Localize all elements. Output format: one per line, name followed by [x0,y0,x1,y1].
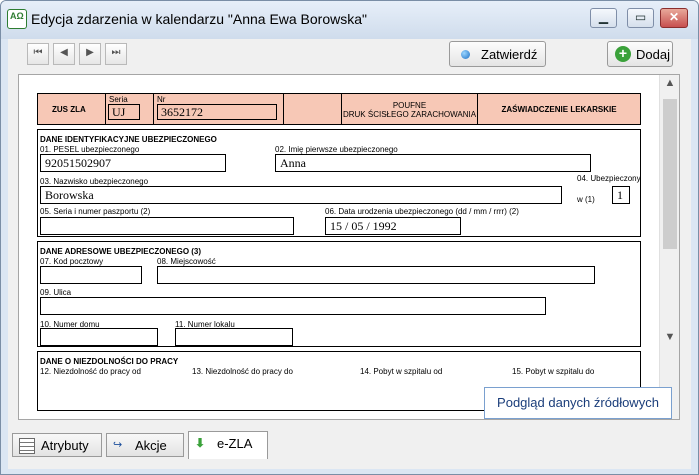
close-icon: ✕ [668,10,680,24]
insured-count-prefix: w (1) [577,195,595,204]
dialog-window: AΩ Edycja zdarzenia w kalendarzu "Anna E… [0,0,699,475]
birthdate-field[interactable]: 15 / 05 / 1992 [325,217,461,235]
next-icon: ▶ [86,47,94,58]
scroll-thumb[interactable] [663,99,677,249]
add-button[interactable]: + Dodaj [607,41,673,67]
house-number-field[interactable] [40,328,158,346]
confirm-label: Zatwierdź [481,47,538,62]
title-bar: AΩ Edycja zdarzenia w kalendarzu "Anna E… [1,1,698,39]
maximize-button[interactable]: ▭ [627,8,654,28]
city-label: 08. Miejscowość [157,257,216,266]
incapacity-section-title: DANE O NIEZDOLNOŚCI DO PRACY [40,357,179,366]
client-area: ⏮ ◀ ▶ ⏭ Zatwierdź + Dodaj ZUS ZLA Seria … [8,39,691,469]
address-section-title: DANE ADRESOWE UBEZPIECZONEGO (3) [40,247,202,256]
next-record-button[interactable]: ▶ [79,43,101,65]
bottom-tabs: Atrybuty ↪ Akcje ⬇ e-ZLA [8,431,691,461]
add-label: Dodaj [636,47,670,62]
birthdate-label: 06. Data urodzenia ubezpieczonego (dd / … [325,207,519,216]
scroll-down-icon[interactable]: ▼ [660,331,679,349]
form-header: ZUS ZLA Seria UJ Nr 3652172 POUFNE DRUK … [37,93,641,125]
hospital-from-label: 14. Pobyt w szpitalu od [360,367,443,376]
window-title: Edycja zdarzenia w kalendarzu "Anna Ewa … [31,11,367,27]
minimize-icon: ▁ [598,10,609,24]
maximize-icon: ▭ [634,10,647,24]
minimize-button[interactable]: ▁ [590,8,617,28]
seria-field[interactable]: UJ [108,104,140,120]
first-name-field[interactable]: Anna [275,154,591,172]
insured-count-field[interactable]: 1 [612,186,630,204]
pesel-label: 01. PESEL ubezpieczonego [40,145,140,154]
nr-field[interactable]: 3652172 [157,104,277,120]
last-icon: ⏭ [111,47,121,58]
document-viewer: ZUS ZLA Seria UJ Nr 3652172 POUFNE DRUK … [18,74,680,420]
zus-zla-cell: ZUS ZLA [38,94,106,124]
last-name-field[interactable]: Borowska [40,186,562,204]
tab-attributes[interactable]: Atrybuty [12,433,102,457]
tab-actions[interactable]: ↪ Akcje [106,433,184,457]
city-field[interactable] [157,266,595,284]
blank-cell [284,94,342,124]
source-data-preview-button[interactable]: Podgląd danych źródłowych [484,387,672,419]
calendar-app-icon: AΩ [7,9,27,29]
incapacity-from-label: 12. Niezdolność do pracy od [40,367,141,376]
confirm-icon [461,50,470,59]
incapacity-to-label: 13. Niezdolność do pracy do [192,367,293,376]
actions-icon: ↪ [113,439,123,451]
toolbar: ⏮ ◀ ▶ ⏭ Zatwierdź + Dodaj [8,39,691,69]
zaswiadczenie-cell: ZAŚWIADCZENIE LEKARSKIE [478,94,640,124]
street-field[interactable] [40,297,546,315]
zus-zla-text: ZUS ZLA [52,105,86,114]
first-name-label: 02. Imię pierwsze ubezpieczonego [275,145,398,154]
previous-icon: ◀ [60,47,68,58]
confirm-button[interactable]: Zatwierdź [449,41,546,67]
zla-form: ZUS ZLA Seria UJ Nr 3652172 POUFNE DRUK … [29,85,661,419]
seria-cell: Seria UJ [106,94,154,124]
last-name-label: 03. Nazwisko ubezpieczonego [40,177,149,186]
postal-code-field[interactable] [40,266,142,284]
poufne-cell: POUFNE DRUK ŚCISŁEGO ZARACHOWANIA [342,94,478,124]
passport-field[interactable] [40,217,294,235]
tab-actions-label: Akcje [135,438,167,453]
first-record-button[interactable]: ⏮ [27,43,49,65]
insured-section-title: DANE IDENTYFIKACYJNE UBEZPIECZONEGO [40,135,217,144]
seria-label: Seria [109,95,128,104]
insured-count-label: 04. Ubezpieczony [577,174,641,183]
postal-code-label: 07. Kod pocztowy [40,257,104,266]
hospital-to-label: 15. Pobyt w szpitalu do [512,367,595,376]
ezla-icon: ⬇ [195,436,206,450]
plus-icon: + [615,46,631,62]
tab-ezla-label: e-ZLA [217,436,253,451]
passport-label: 05. Seria i numer paszportu (2) [40,207,151,216]
nr-label: Nr [157,95,166,104]
druk-text: DRUK ŚCISŁEGO ZARACHOWANIA [342,110,477,119]
attributes-icon [19,438,35,454]
nr-cell: Nr 3652172 [154,94,284,124]
zaswiadczenie-text: ZAŚWIADCZENIE LEKARSKIE [501,105,617,114]
street-label: 09. Ulica [40,288,72,297]
flat-number-field[interactable] [175,328,293,346]
last-record-button[interactable]: ⏭ [105,43,127,65]
pesel-field[interactable]: 92051502907 [40,154,226,172]
tab-ezla[interactable]: ⬇ e-ZLA [188,431,268,459]
previous-record-button[interactable]: ◀ [53,43,75,65]
tab-attributes-label: Atrybuty [41,438,89,453]
close-button[interactable]: ✕ [660,8,688,28]
vertical-scrollbar[interactable]: ▲ ▼ [659,75,679,419]
scroll-up-icon[interactable]: ▲ [660,77,679,95]
first-icon: ⏮ [33,47,43,58]
poufne-text: POUFNE [392,101,427,110]
